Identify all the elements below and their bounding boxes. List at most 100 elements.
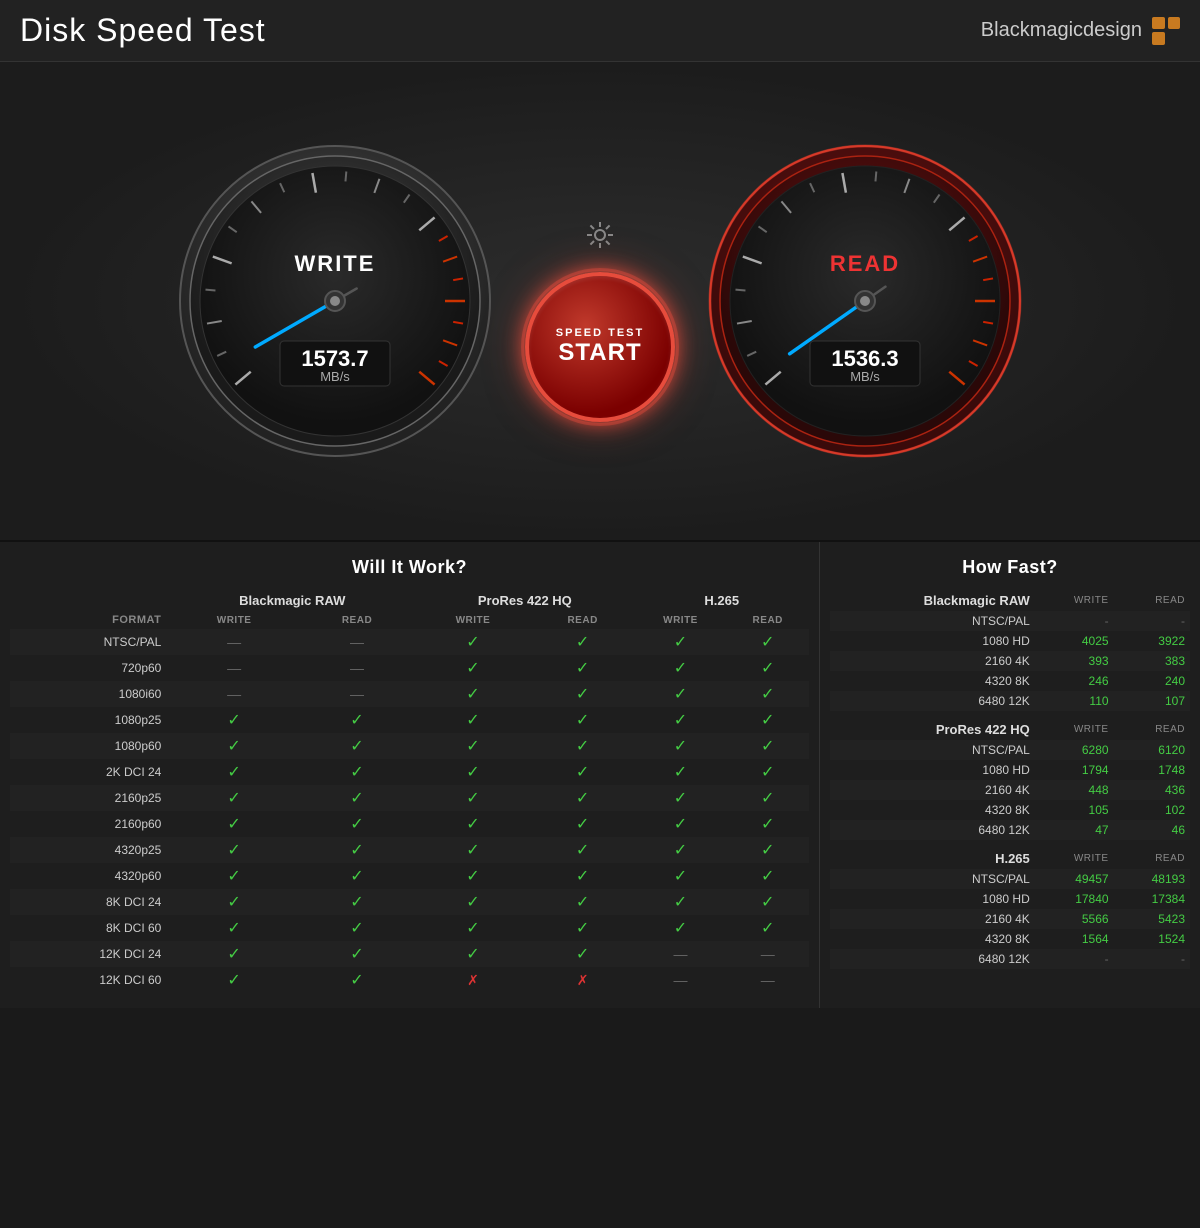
check-cell: ✓ — [169, 811, 299, 837]
hf-write-val: 17840 — [1075, 892, 1108, 906]
table-row: 12K DCI 24✓✓✓✓—— — [10, 941, 809, 967]
gear-icon[interactable] — [585, 220, 615, 257]
hf-read-cell: 6120 — [1114, 740, 1190, 760]
prores-header: ProRes 422 HQ — [415, 590, 634, 611]
hf-format-cell: 2160 4K — [830, 780, 1035, 800]
hf-section-header: ProRes 422 HQ WRITE READ — [830, 719, 1190, 740]
check-cell: ✓ — [726, 733, 809, 759]
hf-read-val: 383 — [1165, 654, 1185, 668]
check-cell: ✓ — [299, 889, 415, 915]
hf-read-cell: 48193 — [1114, 869, 1190, 889]
check-cell: ✓ — [726, 889, 809, 915]
start-button[interactable]: SPEED TEST START — [525, 272, 675, 422]
check-cell: ✓ — [531, 785, 635, 811]
hf-write-cell: 105 — [1035, 800, 1114, 820]
check-cell: ✓ — [169, 733, 299, 759]
check-cell: ✓ — [635, 863, 727, 889]
check-cell: — — [299, 629, 415, 655]
check-cell: — — [635, 941, 727, 967]
hf-write-val: 1794 — [1082, 763, 1109, 777]
hf-write-cell: 246 — [1035, 671, 1114, 691]
hf-dash: - — [1181, 614, 1185, 628]
check-cell: ✓ — [726, 785, 809, 811]
check-cell: — — [169, 655, 299, 681]
hf-read-cell: 107 — [1114, 691, 1190, 711]
check-cell: ✓ — [635, 655, 727, 681]
check-cell: — — [726, 967, 809, 993]
check-cell: ✓ — [531, 707, 635, 733]
check-cell: ✓ — [635, 629, 727, 655]
format-cell: 8K DCI 24 — [10, 889, 169, 915]
check-cell: ✓ — [299, 941, 415, 967]
check-cell: — — [299, 681, 415, 707]
check-cell: ✗ — [415, 967, 531, 993]
check-cell: ✓ — [169, 759, 299, 785]
app-title: Disk Speed Test — [20, 12, 266, 49]
table-row: 8K DCI 60✓✓✓✓✓✓ — [10, 915, 809, 941]
app-header: Disk Speed Test Blackmagicdesign — [0, 0, 1200, 62]
hf-format-cell: NTSC/PAL — [830, 611, 1035, 631]
format-cell: NTSC/PAL — [10, 629, 169, 655]
format-cell: 720p60 — [10, 655, 169, 681]
hf-section-name: Blackmagic RAW — [830, 590, 1035, 611]
check-cell: ✓ — [169, 889, 299, 915]
gauge-area: WRITE 1573.7 MB/s — [0, 62, 1200, 542]
hf-dash: - — [1105, 614, 1109, 628]
check-cell: ✓ — [169, 785, 299, 811]
svg-text:1536.3: 1536.3 — [831, 346, 898, 371]
hf-data-row: 2160 4K 448 436 — [830, 780, 1190, 800]
hf-read-val: 6120 — [1158, 743, 1185, 757]
hf-read-cell: 1524 — [1114, 929, 1190, 949]
hf-read-val: 48193 — [1152, 872, 1185, 886]
hf-data-row: 1080 HD 1794 1748 — [830, 760, 1190, 780]
hf-format-cell: 6480 12K — [830, 820, 1035, 840]
hf-read-cell: 5423 — [1114, 909, 1190, 929]
hf-write-cell: 1794 — [1035, 760, 1114, 780]
check-cell: ✓ — [299, 733, 415, 759]
hf-write-val: 110 — [1089, 694, 1108, 708]
write-gauge: WRITE 1573.7 MB/s — [175, 141, 495, 461]
check-cell: ✓ — [415, 941, 531, 967]
hf-read-cell: 17384 — [1114, 889, 1190, 909]
hf-data-row: 4320 8K 105 102 — [830, 800, 1190, 820]
check-cell: ✓ — [726, 837, 809, 863]
hf-section-name: ProRes 422 HQ — [830, 719, 1035, 740]
hf-read-val: 3922 — [1158, 634, 1185, 648]
check-cell: ✓ — [415, 655, 531, 681]
hf-read-val: 240 — [1165, 674, 1185, 688]
check-cell: ✓ — [531, 681, 635, 707]
hf-dash: - — [1181, 952, 1185, 966]
format-header — [10, 590, 169, 611]
start-button-label2: START — [558, 339, 641, 367]
data-section: Will It Work? Blackmagic RAW ProRes 422 … — [0, 542, 1200, 1008]
hf-data-row: 1080 HD 17840 17384 — [830, 889, 1190, 909]
hf-write-cell: 49457 — [1035, 869, 1114, 889]
format-cell: 4320p25 — [10, 837, 169, 863]
check-cell: ✓ — [726, 915, 809, 941]
brand-name: Blackmagicdesign — [981, 19, 1142, 42]
table-row: 4320p25✓✓✓✓✓✓ — [10, 837, 809, 863]
check-cell: ✓ — [531, 889, 635, 915]
table-row: NTSC/PAL——✓✓✓✓ — [10, 629, 809, 655]
check-cell: ✓ — [299, 915, 415, 941]
check-cell: ✓ — [531, 759, 635, 785]
check-cell: ✓ — [415, 629, 531, 655]
check-cell: ✓ — [169, 837, 299, 863]
format-cell: 2K DCI 24 — [10, 759, 169, 785]
check-cell: ✓ — [635, 785, 727, 811]
check-cell: ✓ — [299, 785, 415, 811]
will-it-work-section: Will It Work? Blackmagic RAW ProRes 422 … — [0, 542, 820, 1008]
hf-read-cell: 436 — [1114, 780, 1190, 800]
blackmagic-raw-header: Blackmagic RAW — [169, 590, 415, 611]
check-cell: ✓ — [169, 941, 299, 967]
check-cell: ✓ — [726, 655, 809, 681]
check-cell: ✓ — [635, 915, 727, 941]
check-cell: ✓ — [415, 889, 531, 915]
check-cell: — — [169, 629, 299, 655]
check-cell: ✓ — [726, 811, 809, 837]
check-cell: ✓ — [299, 707, 415, 733]
start-button-label1: SPEED TEST — [556, 327, 644, 339]
hf-read-cell: 383 — [1114, 651, 1190, 671]
check-cell: ✓ — [415, 733, 531, 759]
format-cell: 2160p25 — [10, 785, 169, 811]
